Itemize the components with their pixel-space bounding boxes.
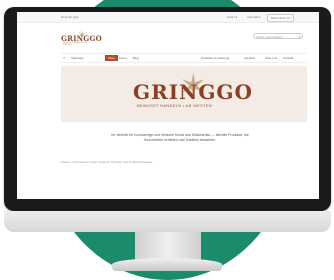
nav-right-item-3[interactable]: Kontakt xyxy=(283,56,293,60)
nav-right-item-2[interactable]: Über uns xyxy=(265,56,277,60)
home-icon[interactable]: ⌂ xyxy=(63,55,65,60)
monitor-stand-foot xyxy=(112,258,222,271)
monitor-chin xyxy=(4,211,331,232)
search-icon[interactable]: ⌕ xyxy=(299,34,301,40)
hero-banner: ✶ GRINGGO BEWUSST HANDELN • AB WESTEN xyxy=(61,66,307,122)
nav-item-3[interactable]: Blog xyxy=(133,56,139,60)
account-menu[interactable]: Konto ▾ xyxy=(227,15,237,19)
monitor-frame: Deutsch (gw) Konto ▾ Anmelden Warenkorb … xyxy=(4,7,331,211)
monitor-stand-neck xyxy=(135,232,201,260)
monitor-screen: Deutsch (gw) Konto ▾ Anmelden Warenkorb … xyxy=(17,12,319,199)
top-bar: Deutsch (gw) Konto ▾ Anmelden Warenkorb … xyxy=(17,12,319,23)
search-input[interactable]: Suche nach Artikeln ⌕ xyxy=(253,33,303,39)
intro-text: Ihr Vertrieb für hochwertige und ethisch… xyxy=(111,133,249,142)
nav-item-2[interactable]: Kunst xyxy=(119,56,127,60)
nav-item-1[interactable]: Shop xyxy=(105,55,119,61)
cart-button[interactable]: Warenkorb (0) xyxy=(267,14,295,22)
hero-tagline: BEWUSST HANDELN • AB WESTEN xyxy=(137,103,212,108)
main-navigation: ⌂ Startseite Shop Kunst Blog Produkte & … xyxy=(61,53,307,63)
language-selector[interactable]: Deutsch (gw) xyxy=(61,15,79,19)
nav-right-item-0[interactable]: Produkte & Lieferung xyxy=(201,56,229,60)
site-logo[interactable]: ✶ GRINGGO BEWUSST HANDELN • AB WESTEN xyxy=(61,29,102,49)
more-info-text: Weitere Informationen über Herkunft, Kün… xyxy=(61,160,153,164)
search-placeholder: Suche nach Artikeln xyxy=(256,35,283,39)
nav-right-item-1[interactable]: Versand xyxy=(244,56,255,60)
login-link[interactable]: Anmelden xyxy=(247,15,261,19)
logo-tagline: BEWUSST HANDELN • AB WESTEN xyxy=(63,42,88,46)
nav-item-0[interactable]: Startseite xyxy=(71,56,84,60)
hero-title: GRINGGO xyxy=(133,80,253,104)
